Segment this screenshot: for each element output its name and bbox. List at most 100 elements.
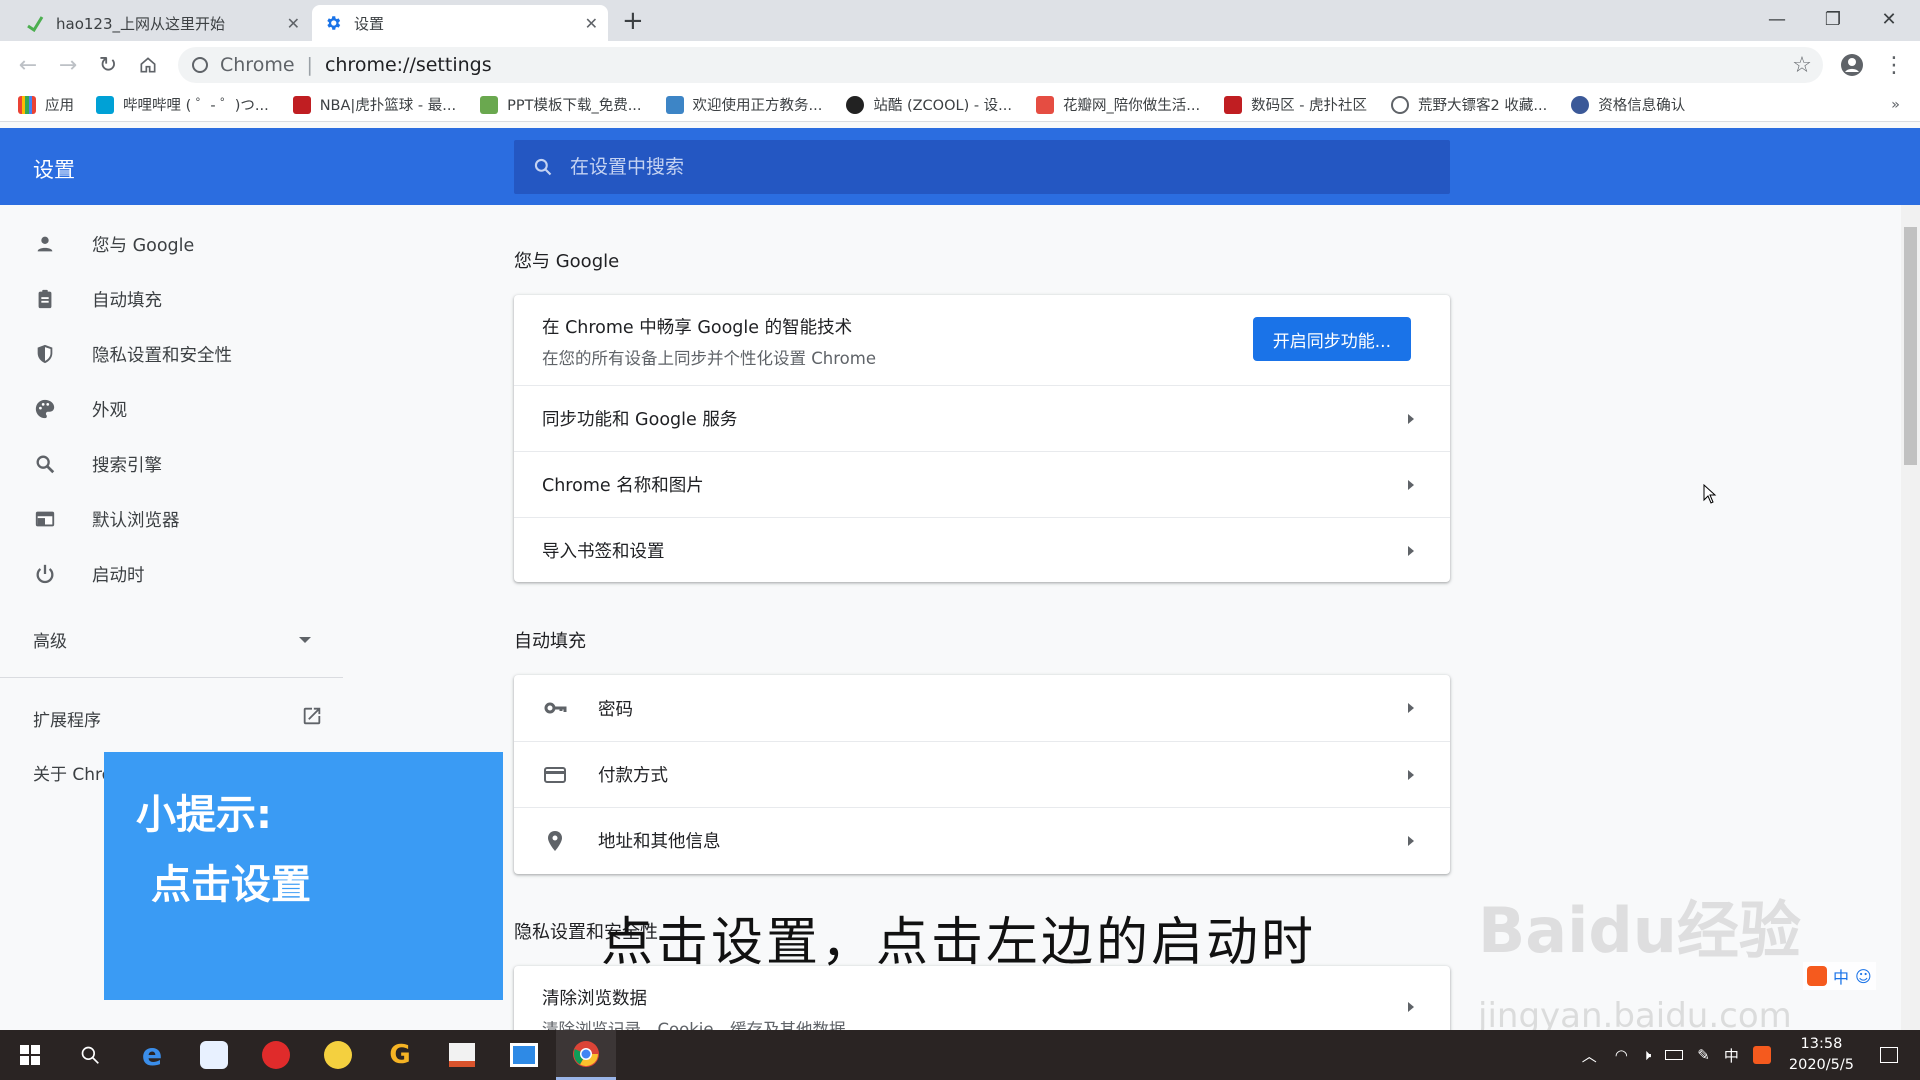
row-chrome-name-picture[interactable]: Chrome 名称和图片 [514,451,1450,517]
sidebar-item-privacy[interactable]: 隐私设置和安全性 [32,338,232,370]
reload-icon[interactable]: ↻ [92,49,124,81]
windows-start-icon[interactable] [0,1030,60,1080]
menu-kebab-icon[interactable]: ⋮ [1878,49,1910,81]
sidebar-item-autofill[interactable]: 自动填充 [32,283,162,315]
tip-overlay: 小提示: 点击设置 [104,752,503,1000]
row-import-bookmarks[interactable]: 导入书签和设置 [514,517,1450,583]
row-addresses[interactable]: 地址和其他信息 [514,807,1450,873]
baidu-netdisk-icon[interactable] [184,1030,244,1080]
zcool-icon [846,95,865,114]
sidebar-item-appearance[interactable]: 外观 [32,393,127,425]
clock[interactable]: 13:58 2020/5/5 [1789,1034,1854,1076]
sidebar-advanced-toggle[interactable]: 高级 [33,627,315,652]
sidebar-item-label: 启动时 [92,565,145,586]
card-autofill: 密码 付款方式 地址和其他信息 [514,675,1450,874]
row-passwords[interactable]: 密码 [514,675,1450,741]
back-arrow-icon[interactable]: ← [12,49,44,81]
restore-button[interactable]: ❐ [1810,2,1856,36]
page-scrollbar[interactable] [1901,205,1920,1030]
bookmark-label: 站酷 (ZCOOL) - 设... [873,98,1013,114]
bookmark-item[interactable]: 站酷 (ZCOOL) - 设... [846,94,1012,115]
wifi-icon[interactable]: ◠ [1615,1046,1628,1064]
huaban-icon [1036,95,1055,114]
settings-search-input[interactable] [570,156,1390,178]
close-window-button[interactable]: ✕ [1866,2,1912,36]
ime-floating-bar[interactable]: 中 ☺ [1803,962,1876,990]
chevron-up-icon[interactable]: ︿ [1582,1045,1597,1066]
turn-on-sync-button[interactable]: 开启同步功能... [1252,317,1411,361]
minimize-button[interactable]: — [1754,2,1800,36]
sidebar-item-search-engine[interactable]: 搜索引擎 [32,448,162,480]
row-sync-services[interactable]: 同步功能和 Google 服务 [514,385,1450,451]
tab-hao123[interactable]: hao123_上网从这里开始 ✕ [14,5,310,41]
tab-settings[interactable]: 设置 ✕ [312,5,608,41]
qq-browser-icon[interactable] [308,1030,368,1080]
baidu-watermark: Baidu经验 [1478,894,1801,967]
settings-search-box[interactable] [514,140,1450,194]
bookmark-item[interactable]: 数码区 - 虎扑社区 [1224,94,1367,115]
card-privacy: 清除浏览数据 清除浏览记录、Cookie、缓存及其他数据 [514,966,1450,1039]
mouse-cursor-icon [1703,483,1717,508]
row-clear-browsing-data[interactable]: 清除浏览数据 清除浏览记录、Cookie、缓存及其他数据 [514,966,1450,1040]
row-payment-methods[interactable]: 付款方式 [514,741,1450,807]
bookmark-item[interactable]: PPT模板下载_免费... [480,94,642,115]
bookmark-item[interactable]: 荒野大镖客2 收藏... [1391,94,1547,115]
address-bar[interactable]: Chrome | chrome://settings [178,47,1823,83]
search-icon [32,451,58,477]
tip-line-1: 小提示: [136,792,272,838]
bookmarks-overflow-icon[interactable]: » [1891,97,1900,113]
row-label: Chrome 名称和图片 [542,476,704,496]
star-icon[interactable]: ☆ [1786,49,1818,81]
home-icon[interactable] [132,49,164,81]
bookmark-item[interactable]: 哔哩哔哩 ( ゜- ゜)つ... [96,94,269,115]
new-tab-button[interactable]: + [622,6,644,36]
sidebar-item-on-startup[interactable]: 启动时 [32,558,145,590]
hupu-icon [1224,95,1243,114]
profile-avatar-icon[interactable] [1836,49,1868,81]
search-icon[interactable] [60,1030,120,1080]
chrome-taskbar-icon[interactable] [556,1030,616,1080]
clock-time: 13:58 [1800,1036,1843,1052]
sogou-tray-icon[interactable] [1752,1046,1771,1064]
zhengfang-icon [665,95,684,114]
apps-grid-icon [18,95,36,114]
palette-icon [32,396,58,422]
app-window-icon[interactable] [494,1030,554,1080]
app-presentation-icon[interactable] [432,1030,492,1080]
sidebar-item-you-google[interactable]: 您与 Google [32,228,194,260]
app-g-icon[interactable]: G [370,1030,430,1080]
sidebar-item-label: 自动填充 [92,290,162,311]
power-icon [32,561,58,587]
battery-icon[interactable] [1665,1050,1684,1060]
sidebar-item-extensions[interactable]: 扩展程序 [33,705,323,732]
bookmark-apps[interactable]: 应用 [18,94,74,115]
bookmark-item[interactable]: 资格信息确认 [1571,94,1685,115]
page-title: 设置 [33,158,75,182]
sogou-icon [1807,966,1827,986]
sidebar-item-about[interactable]: 关于 Chro [33,760,112,785]
notification-icon[interactable] [1880,1047,1898,1063]
site-info-icon[interactable] [192,57,208,73]
pen-icon[interactable]: ✎ [1697,1046,1710,1064]
sidebar-item-default-browser[interactable]: 默认浏览器 [32,503,180,535]
bookmark-item[interactable]: NBA|虎扑篮球 - 最... [292,94,456,115]
sidebar-divider [0,677,343,678]
scrollbar-thumb[interactable] [1904,227,1917,465]
bookmark-item[interactable]: 花瓣网_陪你做生活... [1036,94,1200,115]
ime-language-indicator[interactable]: 中 [1724,1045,1739,1066]
bookmarks-bar: 应用 哔哩哔哩 ( ゜- ゜)つ... NBA|虎扑篮球 - 最... PPT模… [0,88,1920,122]
row-label: 清除浏览数据 [542,989,647,1009]
bookmark-label: 哔哩哔哩 ( ゜- ゜)つ... [123,98,269,114]
close-tab-icon[interactable]: ✕ [585,14,598,33]
tip-line-2: 点击设置 [151,862,311,908]
forward-arrow-icon[interactable]: → [52,49,84,81]
bookmark-label: PPT模板下载_免费... [507,98,642,114]
globe-icon [1391,95,1410,114]
edge-icon[interactable]: e [122,1030,182,1080]
browser-toolbar: ← → ↻ Chrome | chrome://settings ☆ ⋮ [0,41,1920,88]
bookmark-item[interactable]: 欢迎使用正方教务... [665,94,822,115]
close-tab-icon[interactable]: ✕ [287,14,300,33]
volume-icon[interactable]: 🕨 [1642,1046,1651,1064]
arrow-right-icon [1408,413,1414,424]
netease-music-icon[interactable] [246,1030,306,1080]
